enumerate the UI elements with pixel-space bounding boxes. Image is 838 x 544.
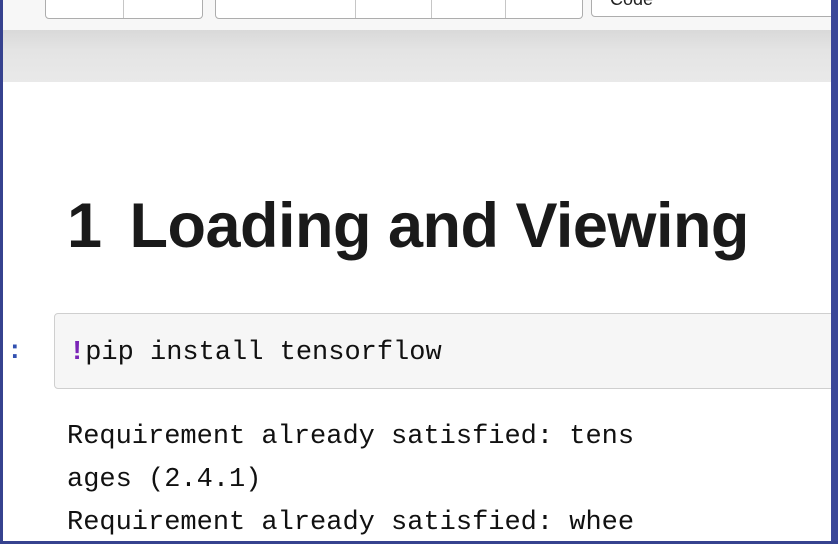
restart-run-all-button[interactable]	[506, 0, 582, 18]
output-line: ages (2.4.1)	[67, 465, 262, 495]
run-controls-button-group	[215, 0, 583, 19]
cut-copy-button-group	[45, 0, 203, 19]
notebook-toolbar: Code	[3, 0, 838, 30]
output-line: Requirement already satisfied: whee	[67, 508, 635, 538]
run-button[interactable]	[216, 0, 356, 18]
code-cell-input[interactable]: !pip install tensorflow	[54, 313, 838, 389]
toolbar-button[interactable]	[46, 0, 124, 18]
code-command: pip install tensorflow	[85, 338, 442, 368]
restart-button[interactable]	[432, 0, 506, 18]
window-edge	[831, 0, 838, 541]
cell-output: Requirement already satisfied: tens ages …	[67, 416, 838, 541]
section-heading: 1 Loading and Viewing	[67, 190, 749, 262]
cell-type-dropdown[interactable]: Code	[591, 0, 838, 17]
output-line: Requirement already satisfied: tens	[67, 422, 635, 452]
cell-prompt: :	[7, 336, 23, 366]
shell-magic-bang: !	[69, 338, 86, 368]
interrupt-button[interactable]	[356, 0, 432, 18]
notebook-window: Code 1 Loading and Viewing : !pip install…	[0, 0, 838, 544]
toolbar-separator-band	[3, 30, 838, 82]
heading-number: 1	[67, 191, 102, 261]
toolbar-button[interactable]	[124, 0, 202, 18]
heading-title: Loading and Viewing	[129, 191, 750, 261]
